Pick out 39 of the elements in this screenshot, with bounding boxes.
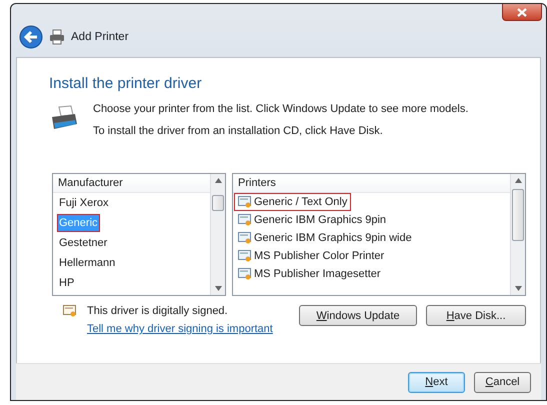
certificate-icon xyxy=(238,196,252,208)
dialog-button[interactable]: Windows Update xyxy=(299,305,417,326)
certificate-icon xyxy=(238,232,252,244)
manufacturer-item[interactable]: Gestetner xyxy=(57,234,110,252)
manufacturer-item[interactable]: Hellermann xyxy=(57,254,118,272)
manufacturer-item[interactable]: HP xyxy=(57,274,76,292)
page-heading: Install the printer driver xyxy=(48,74,203,92)
scrollbar[interactable] xyxy=(510,174,525,295)
printer-item[interactable]: Generic IBM Graphics 9pin wide xyxy=(234,229,416,247)
dialog-button[interactable]: Next xyxy=(408,372,465,392)
printer-list[interactable]: Printers Generic / Text Only Generic IBM Graphics 9pin Generic IBM Graphics 9pin wide MS Publisher Color Printer MS Publisher Imagesetter xyxy=(232,173,526,296)
instruction-text: To install the driver from an installation CD, click Have Disk. xyxy=(93,125,384,137)
certificate-icon xyxy=(238,268,252,280)
manufacturer-item[interactable]: Fuji Xerox xyxy=(57,194,111,212)
scroll-up-icon[interactable] xyxy=(214,178,222,183)
scroll-down-icon[interactable] xyxy=(514,286,522,291)
manufacturer-list[interactable]: Manufacturer Fuji Xerox Generic Gestetner Hellermann HP xyxy=(52,173,226,296)
scroll-thumb[interactable] xyxy=(212,195,224,211)
dialog-button[interactable]: Have Disk... xyxy=(426,305,526,326)
certificate-icon xyxy=(238,250,252,262)
close-button[interactable] xyxy=(502,4,542,21)
driver-signing-link[interactable]: Tell me why driver signing is important xyxy=(87,323,273,335)
certificate-icon xyxy=(238,214,252,226)
scroll-down-icon[interactable] xyxy=(214,286,222,291)
printer-item[interactable]: Generic IBM Graphics 9pin xyxy=(234,211,390,229)
scrollbar[interactable] xyxy=(210,174,225,295)
dialog-button[interactable]: Cancel xyxy=(474,372,531,392)
back-icon[interactable] xyxy=(19,25,43,49)
printer-icon xyxy=(49,29,65,45)
printer-item[interactable]: MS Publisher Imagesetter xyxy=(234,265,385,283)
printer-item[interactable]: Generic / Text Only xyxy=(234,193,352,211)
certificate-icon xyxy=(63,305,77,317)
close-icon[interactable] xyxy=(517,8,527,16)
scroll-up-icon[interactable] xyxy=(514,178,522,183)
window-title: Add Printer xyxy=(71,31,129,43)
scroll-thumb[interactable] xyxy=(512,189,524,241)
signature-status: This driver is digitally signed. xyxy=(87,305,228,317)
instruction-text: Choose your printer from the list. Click Windows Update to see more models. xyxy=(93,103,468,115)
printer-item[interactable]: MS Publisher Color Printer xyxy=(234,247,388,265)
